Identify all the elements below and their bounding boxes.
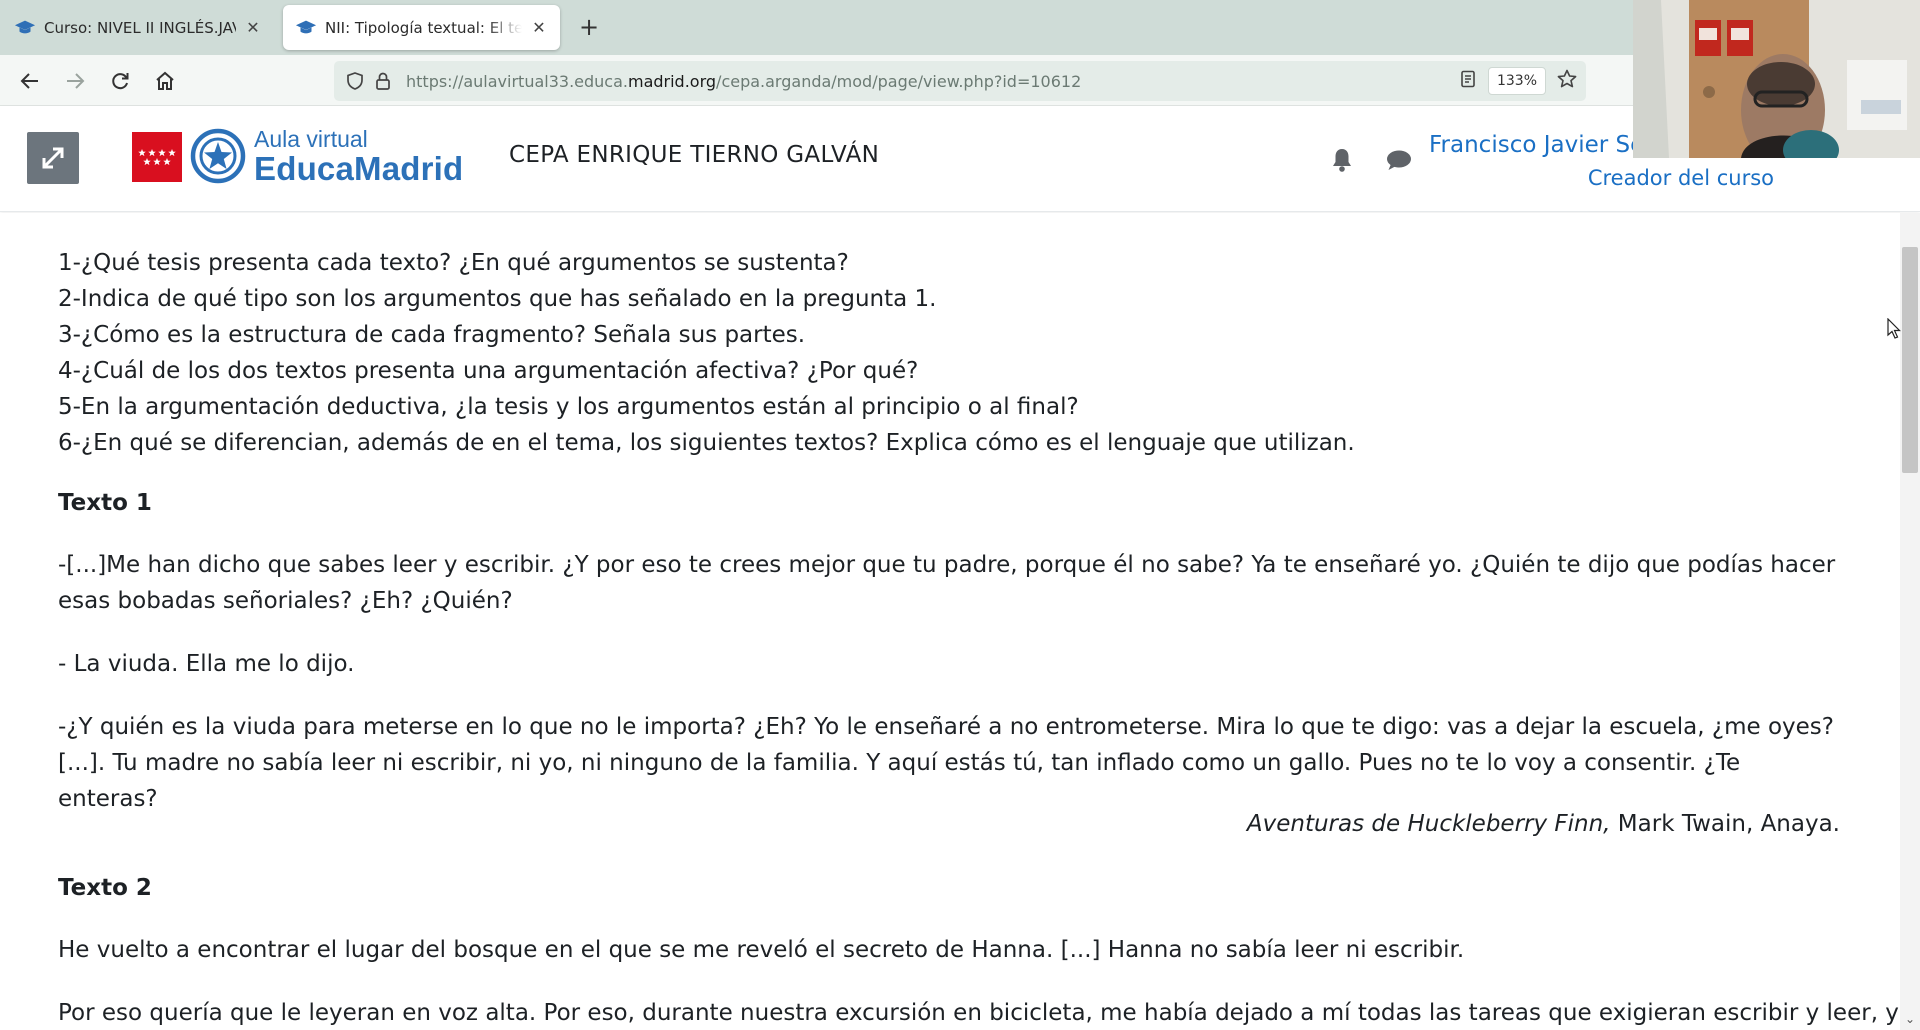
tab-course[interactable]: Curso: NIVEL II INGLÉS.JAVIER ✕ [2, 5, 274, 50]
fullscreen-toggle-button[interactable] [27, 132, 79, 184]
close-tab-icon[interactable]: ✕ [244, 18, 262, 37]
question-5: 5-En la argumentación deductiva, ¿la tes… [58, 394, 1079, 420]
scrollbar-thumb[interactable] [1902, 247, 1918, 473]
texto-2-paragraph-1: He vuelto a encontrar el lugar del bosqu… [58, 937, 1465, 963]
texto-1-citation: Aventuras de Huckleberry Finn, Mark Twai… [1247, 811, 1840, 837]
reload-button[interactable] [104, 65, 136, 97]
partial-text-line: ·· ··························· ··· · [58, 213, 321, 225]
texto-1-paragraph-1: -[...]Me han dicho que sabes leer y escr… [58, 552, 1836, 614]
logo-title[interactable]: EducaMadrid [254, 150, 463, 188]
educamadrid-logo-icon[interactable] [190, 128, 246, 184]
expand-icon [42, 147, 64, 169]
citation-title: Aventuras de Huckleberry Finn, [1246, 811, 1611, 837]
texto-2-heading: Texto 2 [58, 875, 152, 901]
address-bar[interactable]: https://aulavirtual33.educa.madrid.org/c… [334, 61, 1586, 101]
site-name[interactable]: CEPA ENRIQUE TIERNO GALVÁN [509, 142, 879, 168]
shield-icon[interactable] [342, 68, 368, 94]
graduation-cap-icon [295, 20, 317, 33]
texto-1-paragraph-3: -¿Y quién es la viuda para meterse en lo… [58, 714, 1834, 812]
browser-nav-bar: https://aulavirtual33.educa.madrid.org/c… [0, 55, 1920, 106]
address-bar-actions: 133% [1458, 61, 1578, 101]
home-icon [156, 71, 174, 90]
citation-author: Mark Twain, Anaya. [1610, 811, 1840, 837]
arrow-left-icon [20, 73, 38, 89]
mouse-cursor-icon [1887, 318, 1901, 339]
back-button[interactable] [14, 65, 46, 97]
logo-subtitle[interactable]: Aula virtual [254, 126, 368, 153]
url-prefix: https://aulavirtual33.educa. [406, 71, 628, 91]
new-tab-button[interactable]: + [576, 14, 602, 40]
bell-icon[interactable] [1328, 146, 1356, 174]
presenter-video-frame [1633, 0, 1920, 158]
lock-icon[interactable] [370, 68, 396, 94]
close-tab-icon[interactable]: ✕ [530, 18, 548, 37]
texto-1-paragraph-2: - La viuda. Ella me lo dijo. [58, 651, 355, 677]
site-header: Aula virtual EducaMadrid CEPA ENRIQUE TI… [0, 106, 1920, 212]
page-scrollbar[interactable]: ⌄ [1900, 213, 1920, 1030]
question-4: 4-¿Cuál de los dos textos presenta una a… [58, 358, 919, 384]
tab-page[interactable]: NII: Tipología textual: El texto argumen… [283, 5, 560, 50]
user-name[interactable]: Francisco Javier Se [1429, 132, 1644, 158]
zoom-level-badge[interactable]: 133% [1487, 67, 1546, 95]
reader-view-icon[interactable] [1458, 69, 1478, 93]
tab-label: Curso: NIVEL II INGLÉS.JAVIER [44, 18, 236, 37]
forward-button[interactable] [59, 65, 91, 97]
url-text[interactable]: https://aulavirtual33.educa.madrid.org/c… [406, 72, 1081, 91]
url-domain: madrid.org [627, 71, 717, 91]
browser-tab-bar: Curso: NIVEL II INGLÉS.JAVIER ✕ NII: Tip… [0, 0, 1920, 55]
webcam-overlay [1633, 0, 1920, 158]
question-1: 1-¿Qué tesis presenta cada texto? ¿En qu… [58, 250, 849, 276]
bookmark-star-icon[interactable] [1556, 68, 1578, 94]
tab-label: NII: Tipología textual: El texto argumen… [325, 18, 522, 37]
url-path: /cepa.arganda/mod/page/view.php?id=10612 [716, 71, 1082, 91]
scroll-down-arrow-icon[interactable]: ⌄ [1903, 1012, 1917, 1026]
user-role: Creador del curso [1587, 166, 1774, 190]
question-3: 3-¿Cómo es la estructura de cada fragmen… [58, 322, 806, 348]
texto-2-paragraph-2: Por eso quería que le leyeran en voz alt… [58, 1000, 1899, 1026]
arrow-right-icon [67, 73, 85, 89]
comunidad-madrid-logo[interactable] [132, 132, 182, 182]
graduation-cap-icon [14, 20, 36, 33]
home-button[interactable] [149, 65, 181, 97]
reload-icon [112, 73, 129, 90]
question-6: 6-¿En qué se diferencian, además de en e… [58, 430, 1355, 456]
chat-bubble-icon[interactable] [1385, 146, 1413, 174]
question-2: 2-Indica de qué tipo son los argumentos … [58, 286, 937, 312]
texto-1-heading: Texto 1 [58, 490, 152, 516]
page-content: ·· ··························· ··· · 1-¿… [0, 213, 1900, 1030]
